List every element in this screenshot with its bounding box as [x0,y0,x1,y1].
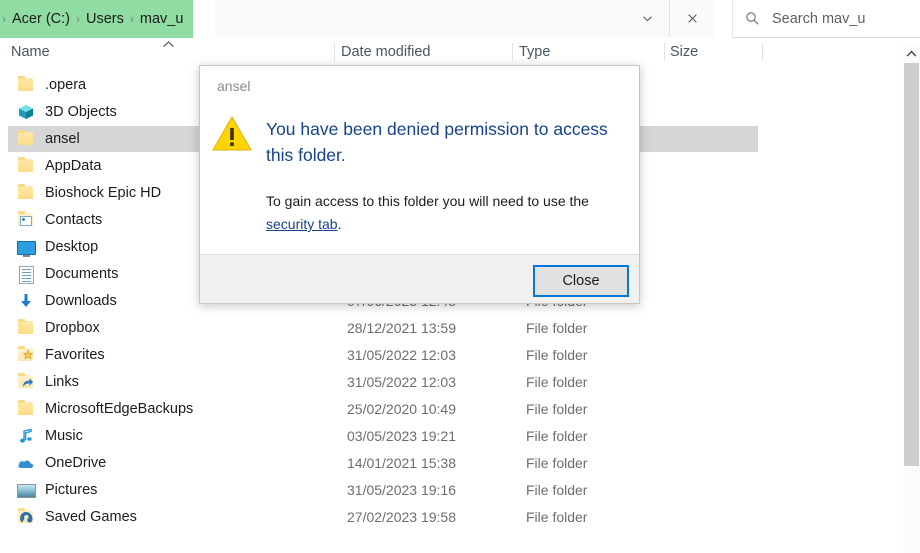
dialog-detail-suffix: . [337,216,342,232]
file-name: ansel [45,131,80,147]
column-divider[interactable] [334,43,335,61]
folder-icon [16,184,36,202]
folder-icon [16,319,36,337]
file-name: Dropbox [45,320,100,336]
table-row[interactable]: Links 31/05/2022 12:03 File folder [8,369,758,395]
search-icon [745,11,760,26]
file-name: .opera [45,77,87,93]
table-row[interactable]: Favorites 31/05/2022 12:03 File folder [8,342,758,368]
table-row[interactable]: MicrosoftEdgeBackups 25/02/2020 10:49 File… [8,396,758,422]
file-date-modified: 03/05/2023 19:21 [347,428,456,444]
table-row[interactable]: Dropbox 28/12/2021 13:59 File folder [8,315,758,341]
column-divider[interactable] [664,43,665,61]
file-date-modified: 28/12/2021 13:59 [347,320,456,336]
table-row[interactable]: Pictures 31/05/2023 19:16 File folder [8,477,758,503]
file-type: File folder [526,428,588,444]
music-folder-icon [16,427,36,445]
downloads-folder-icon [16,292,36,310]
file-name: 3D Objects [45,104,117,120]
links-folder-icon [16,373,36,391]
file-name: Desktop [45,239,99,255]
table-row[interactable]: Music 03/05/2023 19:21 File folder [8,423,758,449]
file-date-modified: 31/05/2023 19:16 [347,482,456,498]
favorites-folder-icon [16,346,36,364]
dialog-message: You have been denied permission to acces… [266,119,608,165]
address-bar: › Acer (C:) › Users › mav_u Search mav_u [0,0,920,39]
breadcrumb-item-mav-u[interactable]: mav_u [140,11,184,27]
file-name: Documents [45,266,119,282]
close-icon[interactable] [669,0,714,37]
file-type: File folder [526,482,588,498]
table-row[interactable]: Saved Games 27/02/2023 19:58 File folder [8,504,758,530]
file-name: Music [45,428,83,444]
folder-icon [16,157,36,175]
file-date-modified: 27/02/2023 19:58 [347,509,456,525]
dialog-title: ansel [217,78,251,94]
breadcrumb-separator-icon: › [2,12,6,26]
file-type: File folder [526,347,588,363]
file-name: Contacts [45,212,103,228]
breadcrumb-item-users[interactable]: Users [86,11,124,27]
column-headers: Name Date modified Type Size [0,38,920,68]
file-name: AppData [45,158,102,174]
dialog-detail-prefix: To gain access to this folder you will n… [266,193,589,209]
breadcrumb-separator-icon: › [129,12,134,26]
file-name: Pictures [45,482,98,498]
permission-denied-dialog: ansel You have been denied permission to… [199,65,640,304]
desktop-folder-icon [16,238,36,257]
file-type: File folder [526,509,588,525]
file-date-modified: 25/02/2020 10:49 [347,401,456,417]
column-header-type[interactable]: Type [519,38,550,66]
file-date-modified: 14/01/2021 15:38 [347,455,456,471]
folder-icon [16,400,36,418]
column-header-date-modified[interactable]: Date modified [341,38,430,66]
file-type: File folder [526,374,588,390]
breadcrumb-separator-icon: › [76,12,80,26]
column-header-name[interactable]: Name [11,38,50,66]
file-type: File folder [526,320,588,336]
table-row[interactable]: OneDrive 14/01/2021 15:38 File folder [8,450,758,476]
search-input[interactable]: Search mav_u [732,0,920,38]
caret-up-icon[interactable] [903,45,920,62]
contacts-folder-icon [16,211,36,229]
file-name: Saved Games [45,509,137,525]
file-name: OneDrive [45,455,107,471]
folder-icon [16,76,36,94]
close-button[interactable]: Close [533,265,629,297]
vertical-scrollbar[interactable] [903,45,920,553]
chevron-down-icon[interactable] [625,0,669,37]
search-placeholder: Search mav_u [772,10,866,27]
documents-folder-icon [16,265,36,284]
sort-indicator-caret-up-icon [162,40,175,52]
file-date-modified: 31/05/2022 12:03 [347,347,456,363]
saved-games-icon [16,508,36,526]
file-name: Links [45,374,79,390]
column-divider[interactable] [512,43,513,61]
file-date-modified: 31/05/2022 12:03 [347,374,456,390]
folder-icon [16,130,36,148]
file-explorer-window: › Acer (C:) › Users › mav_u Search mav_u… [0,0,920,553]
3d-objects-icon [16,103,36,121]
file-name: Bioshock Epic HD [45,185,162,201]
dialog-detail: To gain access to this folder you will n… [266,190,622,236]
breadcrumb: › Acer (C:) › Users › mav_u [0,0,194,38]
file-type: File folder [526,401,588,417]
file-name: Favorites [45,347,105,363]
dialog-footer: Close [200,254,639,303]
file-name: Downloads [45,293,117,309]
onedrive-icon [16,454,36,472]
breadcrumb-item-acer-c[interactable]: Acer (C:) [12,11,70,27]
pictures-folder-icon [16,481,36,499]
column-header-size[interactable]: Size [670,38,698,66]
scrollbar-thumb[interactable] [904,63,919,466]
file-name: MicrosoftEdgeBackups [45,401,194,417]
address-bar-empty-area[interactable] [215,0,631,37]
file-type: File folder [526,455,588,471]
security-tab-link[interactable]: security tab [266,216,338,232]
column-divider[interactable] [762,43,763,61]
warning-triangle-icon [212,115,252,153]
